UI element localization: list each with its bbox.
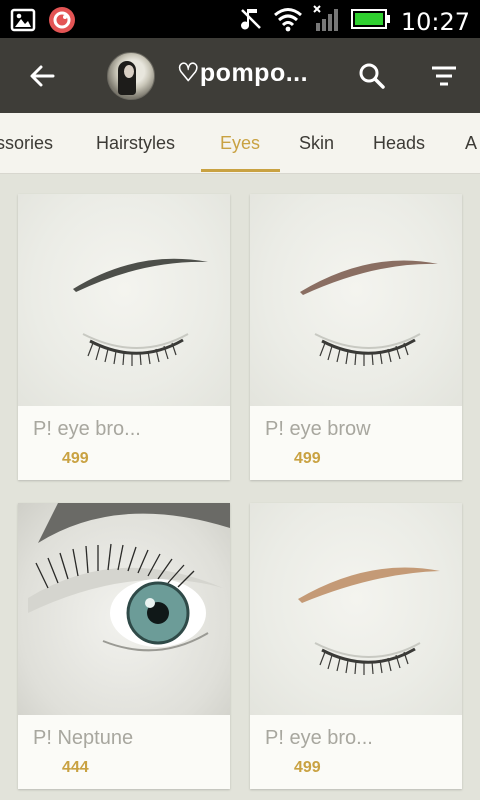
gallery-notification-icon: [10, 7, 36, 38]
status-bar: 10:27: [0, 0, 480, 38]
product-price: 499: [294, 759, 321, 776]
arrow-left-icon: [30, 65, 55, 87]
filter-icon: [432, 66, 456, 86]
tab-accessories[interactable]: ssories: [0, 133, 53, 154]
search-button[interactable]: [356, 60, 388, 92]
product-name: P! eye bro...: [33, 418, 141, 440]
page-title: ♡pompo...: [177, 59, 309, 87]
product-price: 499: [62, 450, 89, 467]
search-icon: [359, 63, 385, 89]
tab-eyes[interactable]: Eyes: [220, 133, 260, 154]
product-image: [18, 194, 230, 406]
signal-icon: [313, 5, 341, 38]
category-tabs: ssories Hairstyles Eyes Skin Heads A: [0, 113, 480, 174]
clock: 10:27: [400, 7, 470, 36]
product-card[interactable]: P! eye bro... 499: [250, 503, 462, 789]
product-name: P! eye bro...: [265, 727, 373, 749]
product-card[interactable]: P! eye brow 499: [250, 194, 462, 480]
tab-more[interactable]: A: [465, 133, 477, 154]
filter-button[interactable]: [428, 60, 460, 92]
music-off-icon: [239, 6, 263, 37]
app-bar: ♡pompo...: [0, 38, 480, 113]
product-image: [250, 194, 462, 406]
product-name: P! eye brow: [265, 418, 371, 440]
tab-skin[interactable]: Skin: [299, 133, 334, 154]
active-tab-indicator: [201, 169, 280, 172]
product-image: [18, 503, 230, 715]
product-price: 444: [62, 759, 89, 776]
wifi-icon: [273, 6, 303, 37]
product-card[interactable]: P! Neptune 444: [18, 503, 230, 789]
product-price: 499: [294, 450, 321, 467]
tab-hairstyles[interactable]: Hairstyles: [96, 133, 175, 154]
back-button[interactable]: [26, 60, 58, 92]
avatar[interactable]: [107, 52, 155, 100]
product-card[interactable]: P! eye bro... 499: [18, 194, 230, 480]
tab-heads[interactable]: Heads: [373, 133, 425, 154]
product-image: [250, 503, 462, 715]
product-name: P! Neptune: [33, 727, 134, 749]
app-notification-icon: [48, 6, 76, 39]
battery-icon: [350, 8, 391, 35]
